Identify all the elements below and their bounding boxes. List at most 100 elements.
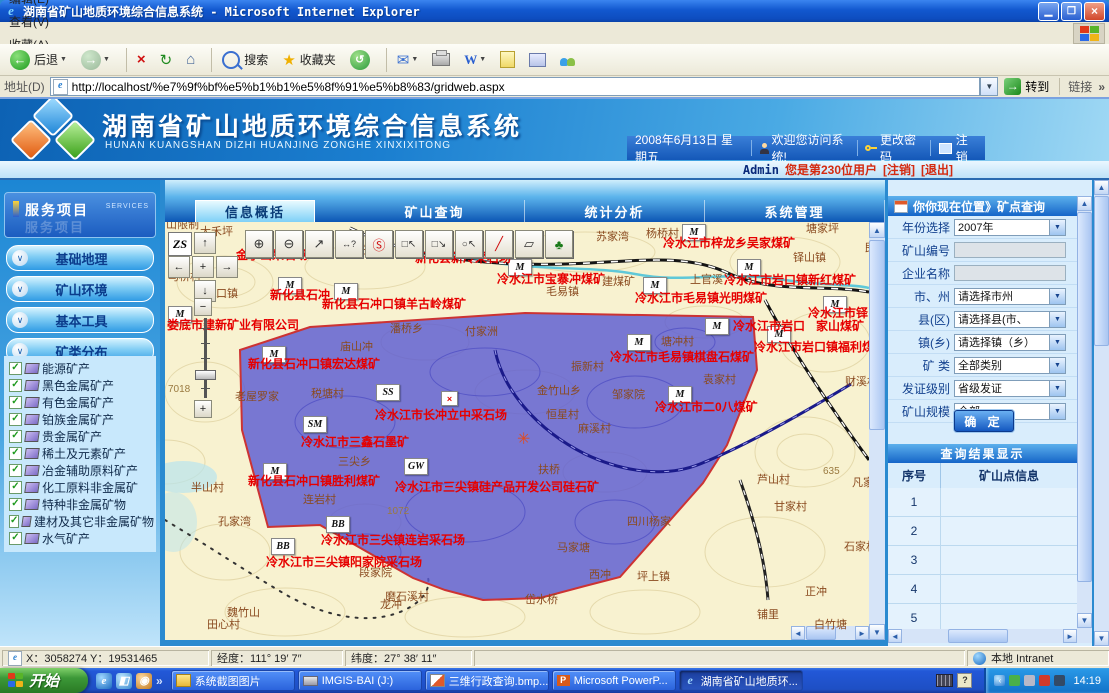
mine-label[interactable]: 娄底市建新矿业有限公司	[167, 316, 299, 333]
confirm-button[interactable]: 确 定	[954, 410, 1014, 432]
eraser-button[interactable]: ▱	[515, 230, 543, 258]
layer-item-4[interactable]: ✓铂族金属矿产	[6, 411, 154, 428]
layer-checkbox[interactable]: ✓	[9, 413, 22, 426]
tray-security-icon[interactable]	[1039, 675, 1050, 686]
layer-checkbox[interactable]: ✓	[9, 362, 22, 375]
back-dropdown-icon[interactable]: ▼	[60, 56, 67, 63]
favorites-button[interactable]: ★ 收藏夹	[278, 49, 339, 71]
search-button[interactable]: 搜索	[218, 49, 272, 71]
scroll-down-icon[interactable]: ▼	[1077, 613, 1092, 628]
task-button-5[interactable]: e湖南省矿山地质环...	[679, 670, 803, 691]
mine-label[interactable]: 冷水江市宝寨冲煤矿	[497, 270, 605, 287]
mail-dropdown-icon[interactable]: ▼	[411, 56, 418, 63]
layer-item-6[interactable]: ✓稀土及元素矿产	[6, 445, 154, 462]
change-password-link[interactable]: 更改密码	[880, 131, 922, 161]
scroll-up-icon[interactable]: ▲	[1094, 180, 1109, 195]
layer-checkbox[interactable]: ✓	[9, 498, 22, 511]
table-row[interactable]: 3	[888, 546, 1077, 575]
scroll-up-icon[interactable]: ▲	[869, 222, 885, 238]
mine-label[interactable]: 冷水江市毛易镇光明煤矿	[635, 289, 767, 306]
layer-checkbox[interactable]: ✓	[9, 396, 22, 409]
layer-checkbox[interactable]: ✓	[9, 447, 22, 460]
layer-item-10[interactable]: ✓建材及其它非金属矿物	[6, 513, 154, 530]
links-chevron-icon[interactable]: »	[1098, 80, 1105, 94]
table-row[interactable]: 4	[888, 575, 1077, 604]
mine-point-marker[interactable]: ×	[441, 391, 458, 406]
refresh-button[interactable]: ↻	[156, 49, 177, 71]
mine-label[interactable]: 冷水江市岩口	[733, 317, 805, 334]
mine-label[interactable]: 新化县石冲口镇宏达煤矿	[248, 355, 380, 372]
zoom-in-step-button[interactable]: +	[194, 400, 212, 418]
field-select[interactable]: 请选择市州▼	[954, 288, 1066, 305]
window-v-scrollbar[interactable]: ▲ ▼	[1094, 180, 1109, 646]
zoom-slider-handle[interactable]	[195, 370, 216, 380]
layer-checkbox[interactable]: ✓	[9, 481, 22, 494]
ie-quicklaunch-icon[interactable]: e	[96, 673, 112, 689]
desktop-quicklaunch-icon[interactable]: ◧	[116, 673, 132, 689]
sidebar-section-2[interactable]: ∨矿山环境	[6, 276, 154, 302]
tab-2[interactable]: 矿山查询	[345, 200, 525, 222]
dropdown-arrow-icon[interactable]: ▼	[1049, 404, 1065, 419]
research-button[interactable]	[525, 51, 550, 69]
zoom-out-button[interactable]: ⊖	[275, 230, 303, 258]
logout-bracket-link[interactable]: [注销]	[883, 161, 915, 178]
mine-label[interactable]: 冷水江市二0八煤矿	[655, 398, 758, 415]
field-input[interactable]	[954, 242, 1066, 258]
layer-item-7[interactable]: ✓冶金辅助原料矿产	[6, 462, 154, 479]
layer-item-8[interactable]: ✓化工原料非金属矿	[6, 479, 154, 496]
keyboard-icon[interactable]	[936, 674, 953, 687]
dropdown-arrow-icon[interactable]: ▼	[1049, 289, 1065, 304]
restore-button[interactable]: ❐	[1061, 2, 1082, 21]
map-v-scrollbar[interactable]: ▲ ▼	[869, 222, 885, 640]
stop-button[interactable]: ×	[133, 49, 150, 70]
task-button-3[interactable]: 三维行政查询.bmp...	[425, 670, 549, 691]
circle-select-button[interactable]: ○↖	[455, 230, 483, 258]
mine-label[interactable]: 家山煤矿	[816, 317, 864, 334]
mine-label[interactable]: 冷水江市三鑫石墨矿	[301, 433, 409, 450]
address-dropdown-icon[interactable]: ▼	[980, 77, 998, 96]
layer-checkbox[interactable]: ✓	[9, 464, 22, 477]
scroll-left-icon[interactable]: ◄	[888, 629, 902, 643]
forward-dropdown-icon[interactable]: ▼	[103, 56, 110, 63]
table-row[interactable]: 2	[888, 517, 1077, 546]
forward-button[interactable]: → ▼	[77, 48, 114, 72]
edit-word-button[interactable]: W▼	[460, 50, 490, 70]
mine-point-marker[interactable]: GW	[404, 458, 428, 475]
tray-green-icon[interactable]	[1009, 675, 1020, 686]
table-row[interactable]: 1	[888, 488, 1077, 517]
start-button[interactable]: 开始	[0, 668, 88, 693]
tray-collapse-icon[interactable]: ‹	[994, 675, 1005, 686]
messenger-button[interactable]	[556, 51, 580, 68]
zoom-out-step-button[interactable]: −	[194, 298, 212, 316]
layer-item-11[interactable]: ✓水气矿产	[6, 530, 154, 547]
exit-bracket-link[interactable]: [退出]	[921, 161, 953, 178]
mine-label[interactable]: 新化县石冲	[270, 286, 330, 303]
task-button-2[interactable]: IMGIS-BAI (J:)	[298, 670, 422, 691]
mine-label[interactable]: 冷水江市长冲立中采石场	[375, 406, 507, 423]
scroll-left-icon[interactable]: ◄	[791, 626, 805, 640]
media-quicklaunch-icon[interactable]: ◉	[136, 673, 152, 689]
layers-tree-button[interactable]: ♣	[545, 230, 573, 258]
mine-label[interactable]: 冷水江市毛易镇棋盘石煤矿	[610, 348, 754, 365]
close-button[interactable]: ×	[1084, 2, 1105, 21]
select-s-button[interactable]: Ⓢ	[365, 230, 393, 258]
pan-button[interactable]: ↗	[305, 230, 333, 258]
scroll-down-icon[interactable]: ▼	[869, 624, 885, 640]
tab-3[interactable]: 统计分析	[525, 200, 705, 222]
mine-label[interactable]: 冷水江市三尖镇硅产品开发公司硅石矿	[395, 478, 599, 495]
quicklaunch-chevron-icon[interactable]: »	[156, 674, 163, 688]
history-button[interactable]: ↺	[346, 48, 374, 72]
back-button[interactable]: ← 后退 ▼	[6, 48, 71, 72]
layer-item-1[interactable]: ✓能源矿产	[6, 360, 154, 377]
tab-1[interactable]: 信息概括	[195, 200, 315, 222]
mine-label[interactable]: 冷水江市岩口镇福利煤矿	[754, 338, 869, 355]
map-v-scroll-thumb[interactable]	[869, 240, 885, 430]
dropdown-arrow-icon[interactable]: ▼	[1049, 220, 1065, 235]
field-select[interactable]: 全部类别▼	[954, 357, 1066, 374]
layer-item-3[interactable]: ✓有色金属矿产	[6, 394, 154, 411]
mine-label[interactable]: 新化县石冲口镇胜利煤矿	[248, 472, 380, 489]
field-select[interactable]: 请选择县(市、▼	[954, 311, 1066, 328]
menu-item-2[interactable]: 编辑(E)	[0, 0, 59, 10]
mine-label[interactable]: 冷水江市三尖镇阳家院采石场	[266, 553, 422, 570]
tray-gray-icon[interactable]	[1024, 675, 1035, 686]
